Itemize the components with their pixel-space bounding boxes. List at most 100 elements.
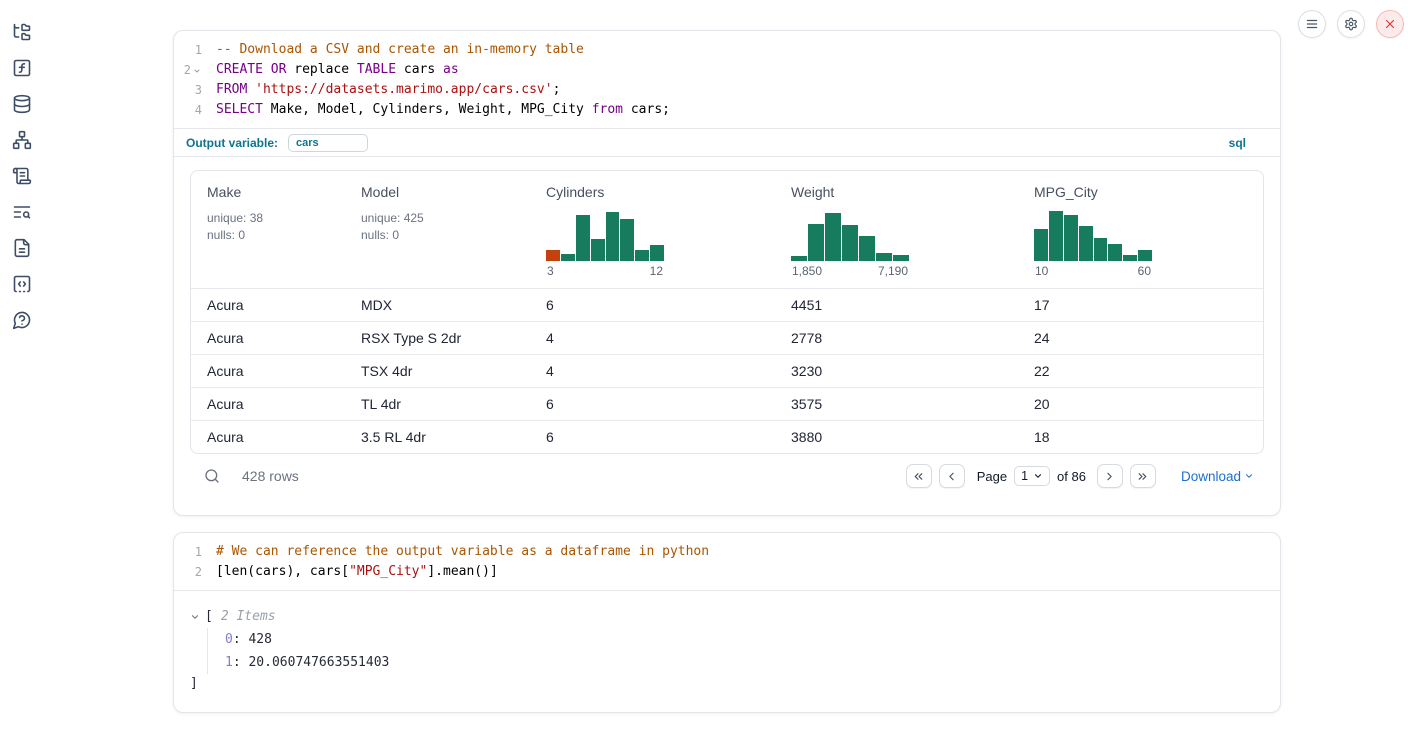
- table-cell: 3230: [775, 363, 1018, 379]
- column-header-model[interactable]: Model unique: 425nulls: 0: [345, 184, 530, 278]
- sql-code-editor[interactable]: 1-- Download a CSV and create an in-memo…: [174, 31, 1280, 128]
- table-cell: 3.5 RL 4dr: [345, 429, 530, 445]
- previous-page-button[interactable]: [939, 464, 965, 488]
- help-button[interactable]: [12, 310, 32, 330]
- column-name: Model: [361, 184, 530, 200]
- histogram-bar: [606, 212, 620, 261]
- table-cell: 18: [1018, 429, 1263, 445]
- settings-button[interactable]: [1337, 10, 1365, 38]
- sidebar: [0, 0, 44, 729]
- table-cell: RSX Type S 2dr: [345, 330, 530, 346]
- code-text: [len(cars), cars["MPG_City"].mean()]: [204, 562, 498, 582]
- last-page-button[interactable]: [1130, 464, 1156, 488]
- code-text: -- Download a CSV and create an in-memor…: [204, 40, 584, 60]
- histogram-bar: [842, 225, 858, 261]
- table-cell: 20: [1018, 396, 1263, 412]
- table-cell: 22: [1018, 363, 1263, 379]
- page-total-label: of 86: [1057, 469, 1086, 484]
- table-cell: 3880: [775, 429, 1018, 445]
- code-line: 2[len(cars), cars["MPG_City"].mean()]: [174, 562, 1280, 582]
- output-variable-input[interactable]: [288, 134, 368, 152]
- table-cell: Acura: [191, 363, 345, 379]
- collapse-chevron-icon[interactable]: [190, 612, 200, 622]
- logs-icon: [12, 202, 32, 222]
- logs-button[interactable]: [12, 202, 32, 222]
- code-text: # We can reference the output variable a…: [204, 542, 709, 562]
- column-header-cylinders[interactable]: Cylinders312: [530, 184, 775, 278]
- variables-button[interactable]: [12, 58, 32, 78]
- scratchpad-button[interactable]: [12, 166, 32, 186]
- histogram-bar: [893, 255, 909, 261]
- column-stats: unique: 38nulls: 0: [207, 210, 345, 244]
- column-histogram[interactable]: 1060: [1034, 209, 1152, 278]
- histogram-bar: [859, 236, 875, 261]
- datasources-button[interactable]: [12, 94, 32, 114]
- code-text: FROM 'https://datasets.marimo.app/cars.c…: [204, 80, 560, 100]
- menu-button[interactable]: [1298, 10, 1326, 38]
- chevron-left-icon: [945, 470, 958, 483]
- histogram-bar: [635, 250, 649, 261]
- histogram-bar: [1049, 211, 1063, 261]
- datasources-icon: [12, 94, 32, 114]
- table-cell: 24: [1018, 330, 1263, 346]
- line-number: 2: [174, 562, 204, 582]
- documentation-button[interactable]: [12, 238, 32, 258]
- histogram-bar: [546, 250, 560, 261]
- chevrons-left-icon: [912, 470, 925, 483]
- code-line: 4SELECT Make, Model, Cylinders, Weight, …: [174, 100, 1280, 120]
- download-label: Download: [1181, 469, 1241, 484]
- documentation-icon: [12, 238, 32, 258]
- histogram-bar: [1123, 255, 1137, 261]
- fold-chevron-icon[interactable]: [193, 67, 202, 75]
- entry-index: 1: [225, 655, 233, 670]
- table-cell: Acura: [191, 429, 345, 445]
- python-code-editor[interactable]: 1# We can reference the output variable …: [174, 533, 1280, 590]
- snippets-icon: [12, 274, 32, 294]
- table-cell: 3575: [775, 396, 1018, 412]
- file-explorer-button[interactable]: [12, 22, 32, 42]
- chevrons-right-icon: [1136, 470, 1149, 483]
- column-name: Make: [207, 184, 345, 200]
- page-select[interactable]: 1: [1014, 466, 1050, 486]
- code-line: 2CREATE OR replace TABLE cars as: [174, 60, 1280, 80]
- code-line: 1-- Download a CSV and create an in-memo…: [174, 40, 1280, 60]
- column-header-make[interactable]: Make unique: 38nulls: 0: [191, 184, 345, 278]
- list-entry: 1: 20.060747663551403: [225, 651, 1264, 674]
- gear-icon: [1344, 17, 1358, 31]
- search-icon[interactable]: [204, 468, 220, 484]
- topbar-controls: [1298, 10, 1404, 38]
- table-row[interactable]: AcuraRSX Type S 2dr4277824: [191, 321, 1263, 354]
- histogram-range-labels: 1060: [1034, 264, 1152, 278]
- table-cell: MDX: [345, 297, 530, 313]
- snippets-button[interactable]: [12, 274, 32, 294]
- variables-icon: [12, 58, 32, 78]
- table-row[interactable]: AcuraTSX 4dr4323022: [191, 354, 1263, 387]
- table-cell: Acura: [191, 396, 345, 412]
- dependency-graph-button[interactable]: [12, 130, 32, 150]
- table-row[interactable]: AcuraTL 4dr6357520: [191, 387, 1263, 420]
- scratchpad-icon: [12, 166, 32, 186]
- histogram-range-labels: 312: [546, 264, 664, 278]
- list-output: [ 2 Items 0: 4281: 20.060747663551403 ]: [174, 590, 1280, 710]
- column-stats: unique: 425nulls: 0: [361, 210, 530, 244]
- code-text: SELECT Make, Model, Cylinders, Weight, M…: [204, 100, 670, 120]
- table-header: Make unique: 38nulls: 0 Model unique: 425nu…: [191, 171, 1263, 288]
- column-header-mpg_city[interactable]: MPG_City1060: [1018, 184, 1263, 278]
- column-header-weight[interactable]: Weight1,8507,190: [775, 184, 1018, 278]
- code-text: CREATE OR replace TABLE cars as: [204, 60, 459, 80]
- table-cell: Acura: [191, 297, 345, 313]
- column-histogram[interactable]: 1,8507,190: [791, 209, 909, 278]
- table-row[interactable]: Acura3.5 RL 4dr6388018: [191, 420, 1263, 453]
- next-page-button[interactable]: [1097, 464, 1123, 488]
- histogram-range-labels: 1,8507,190: [791, 264, 909, 278]
- column-histogram[interactable]: 312: [546, 209, 664, 278]
- page-label: Page: [977, 469, 1007, 484]
- sql-cell: 1-- Download a CSV and create an in-memo…: [173, 30, 1281, 516]
- table-row[interactable]: AcuraMDX6445117: [191, 288, 1263, 321]
- download-button[interactable]: Download: [1181, 469, 1254, 484]
- histogram-bar: [620, 219, 634, 261]
- first-page-button[interactable]: [906, 464, 932, 488]
- histogram-bar: [591, 239, 605, 261]
- close-button[interactable]: [1376, 10, 1404, 38]
- line-number: 1: [174, 40, 204, 60]
